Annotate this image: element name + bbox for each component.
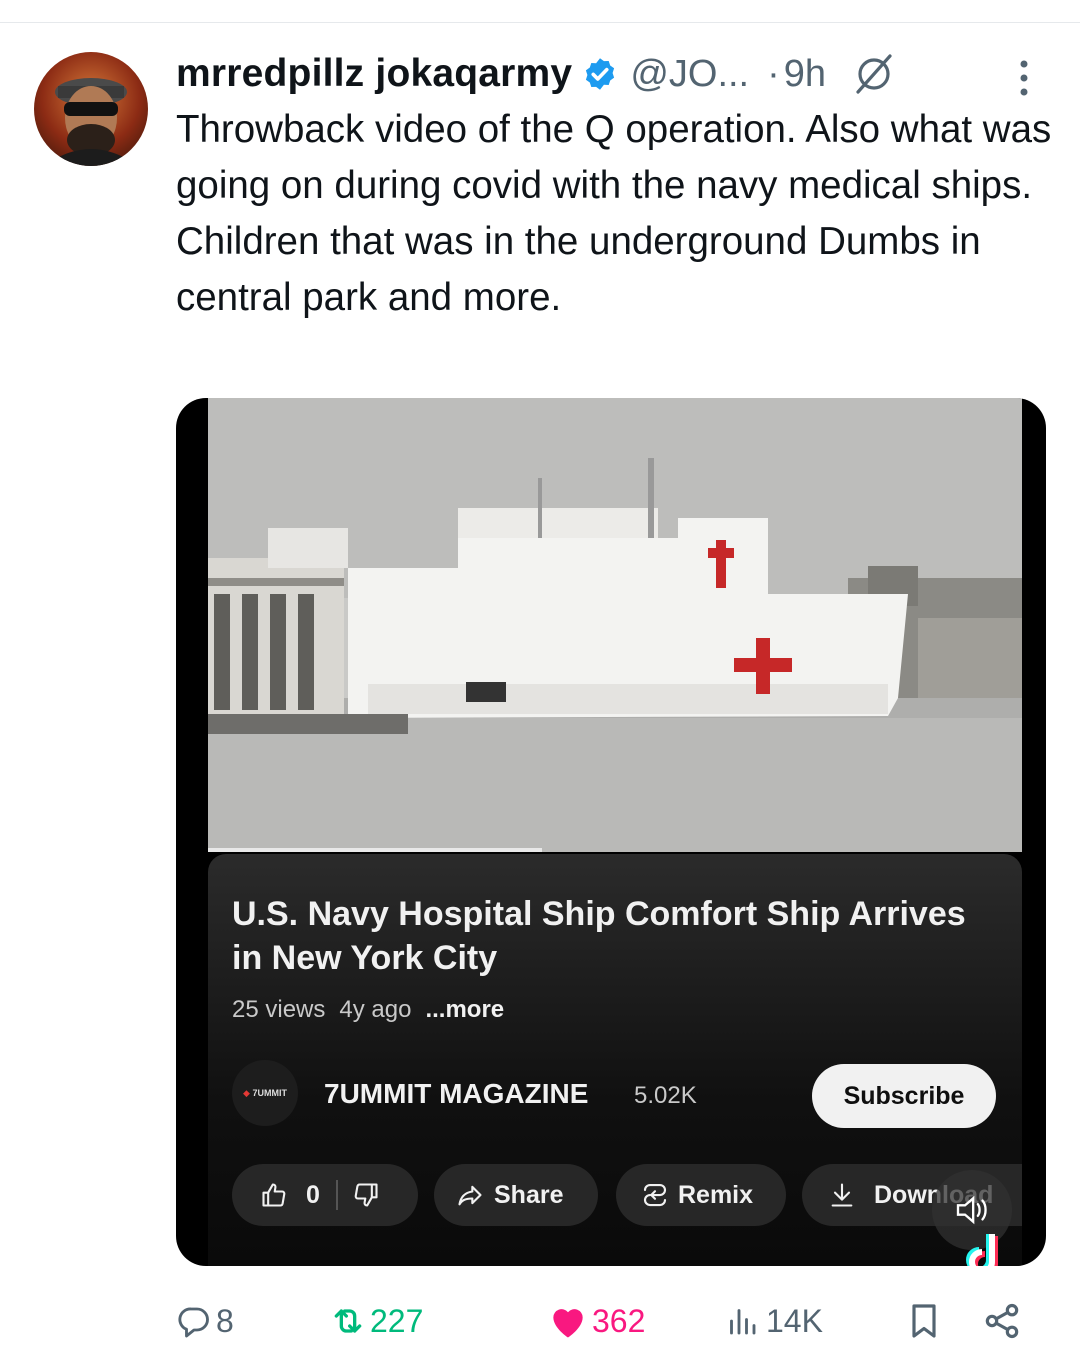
video-age: 4y ago (339, 996, 412, 1023)
channel-avatar[interactable]: ◆ 7UMMIT (232, 1060, 298, 1126)
video-frame[interactable] (208, 398, 1022, 852)
like-divider (335, 1180, 338, 1210)
tiktok-logo-icon (956, 1232, 1016, 1266)
video-views: 25 views (232, 996, 326, 1023)
like-count: 362 (592, 1302, 646, 1339)
share-arrow-icon (456, 1181, 484, 1209)
channel-subscribers: 5.02K (634, 1082, 697, 1109)
channel-logo: ◆ 7UMMIT (243, 1087, 287, 1098)
handle[interactable]: @JO... (630, 53, 749, 96)
video-meta: 25 views 4y ago ...more (232, 996, 504, 1024)
channel-name[interactable]: 7UMMIT MAGAZINE (324, 1078, 588, 1110)
share-icon (982, 1301, 1022, 1341)
repost-button[interactable]: 227 (328, 1296, 423, 1346)
post-text: Throwback video of the Q operation. Also… (176, 108, 1052, 319)
bookmark-icon (904, 1301, 944, 1341)
more-link[interactable]: ...more (425, 996, 504, 1023)
subscribe-button[interactable]: Subscribe (812, 1064, 996, 1128)
views-button[interactable]: 14K (724, 1296, 823, 1346)
like-button[interactable]: 362 (546, 1296, 645, 1346)
reply-count: 8 (216, 1302, 234, 1339)
share-label: Share (494, 1180, 564, 1209)
video-embed[interactable]: U.S. Navy Hospital Ship Comfort Ship Arr… (176, 398, 1046, 1266)
remix-icon (640, 1180, 670, 1210)
views-icon (724, 1303, 760, 1339)
like-dislike-group[interactable]: 0 (232, 1164, 418, 1226)
video-progress-bar[interactable] (208, 848, 542, 852)
dislike-icon[interactable] (352, 1181, 380, 1209)
repost-icon (328, 1301, 368, 1341)
post-header: mrredpillz jokaqarmy @JO... · 9h (176, 48, 896, 100)
like-count: 0 (306, 1180, 320, 1209)
verified-badge-icon (582, 56, 618, 92)
grok-icon[interactable] (852, 52, 896, 96)
video-title[interactable]: U.S. Navy Hospital Ship Comfort Ship Arr… (232, 892, 972, 980)
remix-label: Remix (678, 1180, 754, 1209)
remix-button[interactable]: Remix (616, 1164, 786, 1226)
more-options-icon[interactable] (1006, 56, 1042, 100)
repost-count: 227 (370, 1302, 424, 1339)
author-avatar[interactable] (34, 52, 148, 166)
post-time[interactable]: 9h (784, 53, 826, 96)
views-count: 14K (766, 1302, 823, 1339)
share-button[interactable]: Share (434, 1164, 598, 1226)
heart-icon (546, 1299, 590, 1343)
bookmark-button[interactable] (904, 1296, 944, 1346)
reply-button[interactable]: 8 (176, 1296, 234, 1346)
share-post-button[interactable] (982, 1296, 1022, 1346)
top-divider (0, 22, 1080, 23)
download-icon (828, 1181, 856, 1209)
display-name[interactable]: mrredpillz jokaqarmy (176, 52, 572, 96)
separator-dot: · (767, 52, 780, 95)
reply-icon (176, 1303, 212, 1339)
like-icon[interactable] (260, 1181, 288, 1209)
post-actions-bar: 8 227 362 14K (176, 1296, 1036, 1346)
